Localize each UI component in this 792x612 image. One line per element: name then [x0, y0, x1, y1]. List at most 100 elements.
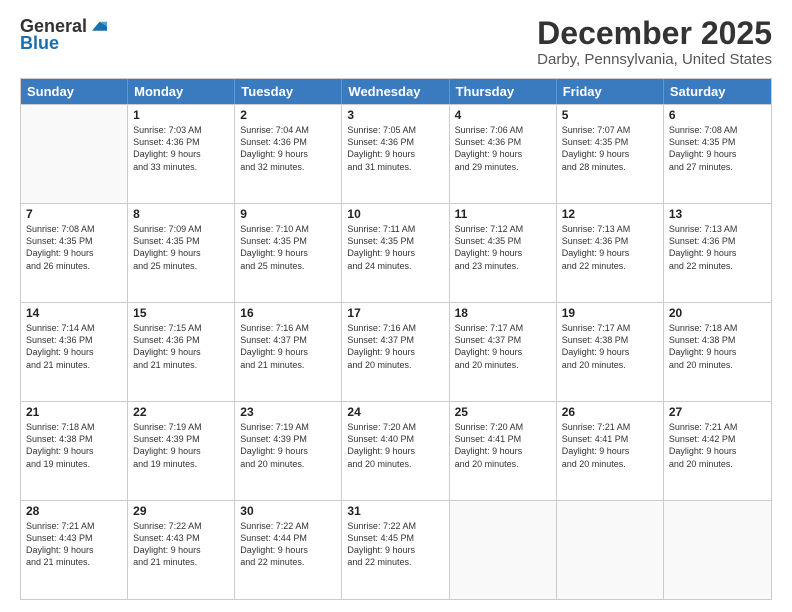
- sunrise-text: Sunrise: 7:11 AM: [347, 223, 443, 235]
- daylight-text2: and 33 minutes.: [133, 161, 229, 173]
- daylight-text: Daylight: 9 hours: [455, 445, 551, 457]
- day-number: 7: [26, 207, 122, 221]
- sunrise-text: Sunrise: 7:09 AM: [133, 223, 229, 235]
- day-number: 24: [347, 405, 443, 419]
- calendar-cell-0-3: 3Sunrise: 7:05 AMSunset: 4:36 PMDaylight…: [342, 105, 449, 203]
- daylight-text2: and 28 minutes.: [562, 161, 658, 173]
- daylight-text2: and 20 minutes.: [669, 359, 766, 371]
- daylight-text2: and 21 minutes.: [133, 359, 229, 371]
- sunrise-text: Sunrise: 7:05 AM: [347, 124, 443, 136]
- calendar-cell-0-1: 1Sunrise: 7:03 AMSunset: 4:36 PMDaylight…: [128, 105, 235, 203]
- calendar-row-0: 1Sunrise: 7:03 AMSunset: 4:36 PMDaylight…: [21, 104, 771, 203]
- sunrise-text: Sunrise: 7:20 AM: [455, 421, 551, 433]
- header-thursday: Thursday: [450, 79, 557, 104]
- daylight-text: Daylight: 9 hours: [26, 445, 122, 457]
- daylight-text: Daylight: 9 hours: [347, 544, 443, 556]
- daylight-text: Daylight: 9 hours: [455, 148, 551, 160]
- daylight-text2: and 19 minutes.: [26, 458, 122, 470]
- sunset-text: Sunset: 4:44 PM: [240, 532, 336, 544]
- sunrise-text: Sunrise: 7:13 AM: [562, 223, 658, 235]
- day-number: 21: [26, 405, 122, 419]
- sunset-text: Sunset: 4:36 PM: [455, 136, 551, 148]
- daylight-text: Daylight: 9 hours: [347, 445, 443, 457]
- daylight-text2: and 20 minutes.: [347, 359, 443, 371]
- header-right: December 2025 Darby, Pennsylvania, Unite…: [537, 16, 772, 68]
- calendar-cell-4-2: 30Sunrise: 7:22 AMSunset: 4:44 PMDayligh…: [235, 501, 342, 599]
- sunrise-text: Sunrise: 7:19 AM: [133, 421, 229, 433]
- calendar-body: 1Sunrise: 7:03 AMSunset: 4:36 PMDaylight…: [21, 104, 771, 599]
- calendar-cell-2-3: 17Sunrise: 7:16 AMSunset: 4:37 PMDayligh…: [342, 303, 449, 401]
- daylight-text: Daylight: 9 hours: [133, 247, 229, 259]
- daylight-text2: and 21 minutes.: [133, 556, 229, 568]
- sunrise-text: Sunrise: 7:03 AM: [133, 124, 229, 136]
- daylight-text: Daylight: 9 hours: [347, 148, 443, 160]
- daylight-text: Daylight: 9 hours: [562, 247, 658, 259]
- calendar-cell-4-5: [557, 501, 664, 599]
- header-friday: Friday: [557, 79, 664, 104]
- sunset-text: Sunset: 4:43 PM: [26, 532, 122, 544]
- sunrise-text: Sunrise: 7:21 AM: [26, 520, 122, 532]
- daylight-text2: and 22 minutes.: [562, 260, 658, 272]
- sunset-text: Sunset: 4:41 PM: [562, 433, 658, 445]
- day-number: 11: [455, 207, 551, 221]
- calendar-cell-1-5: 12Sunrise: 7:13 AMSunset: 4:36 PMDayligh…: [557, 204, 664, 302]
- sunrise-text: Sunrise: 7:17 AM: [562, 322, 658, 334]
- calendar-cell-4-3: 31Sunrise: 7:22 AMSunset: 4:45 PMDayligh…: [342, 501, 449, 599]
- calendar-cell-2-2: 16Sunrise: 7:16 AMSunset: 4:37 PMDayligh…: [235, 303, 342, 401]
- sunset-text: Sunset: 4:38 PM: [669, 334, 766, 346]
- sunset-text: Sunset: 4:37 PM: [240, 334, 336, 346]
- day-number: 12: [562, 207, 658, 221]
- day-number: 15: [133, 306, 229, 320]
- daylight-text2: and 20 minutes.: [455, 458, 551, 470]
- daylight-text2: and 22 minutes.: [240, 556, 336, 568]
- sunset-text: Sunset: 4:36 PM: [133, 136, 229, 148]
- daylight-text: Daylight: 9 hours: [26, 247, 122, 259]
- sunrise-text: Sunrise: 7:22 AM: [347, 520, 443, 532]
- sunrise-text: Sunrise: 7:06 AM: [455, 124, 551, 136]
- header-tuesday: Tuesday: [235, 79, 342, 104]
- calendar-row-3: 21Sunrise: 7:18 AMSunset: 4:38 PMDayligh…: [21, 401, 771, 500]
- sunset-text: Sunset: 4:39 PM: [240, 433, 336, 445]
- daylight-text2: and 21 minutes.: [240, 359, 336, 371]
- sunset-text: Sunset: 4:36 PM: [133, 334, 229, 346]
- logo: General Blue: [20, 16, 107, 54]
- day-number: 25: [455, 405, 551, 419]
- daylight-text2: and 19 minutes.: [133, 458, 229, 470]
- sunrise-text: Sunrise: 7:14 AM: [26, 322, 122, 334]
- daylight-text2: and 24 minutes.: [347, 260, 443, 272]
- sunrise-text: Sunrise: 7:04 AM: [240, 124, 336, 136]
- calendar-row-1: 7Sunrise: 7:08 AMSunset: 4:35 PMDaylight…: [21, 203, 771, 302]
- calendar-cell-0-4: 4Sunrise: 7:06 AMSunset: 4:36 PMDaylight…: [450, 105, 557, 203]
- sunrise-text: Sunrise: 7:17 AM: [455, 322, 551, 334]
- daylight-text: Daylight: 9 hours: [562, 346, 658, 358]
- daylight-text2: and 20 minutes.: [240, 458, 336, 470]
- daylight-text2: and 20 minutes.: [669, 458, 766, 470]
- calendar-cell-4-4: [450, 501, 557, 599]
- daylight-text2: and 29 minutes.: [455, 161, 551, 173]
- day-number: 23: [240, 405, 336, 419]
- daylight-text: Daylight: 9 hours: [669, 346, 766, 358]
- daylight-text2: and 26 minutes.: [26, 260, 122, 272]
- sunrise-text: Sunrise: 7:18 AM: [669, 322, 766, 334]
- header-sunday: Sunday: [21, 79, 128, 104]
- sunset-text: Sunset: 4:39 PM: [133, 433, 229, 445]
- sunset-text: Sunset: 4:35 PM: [133, 235, 229, 247]
- calendar-row-4: 28Sunrise: 7:21 AMSunset: 4:43 PMDayligh…: [21, 500, 771, 599]
- daylight-text2: and 31 minutes.: [347, 161, 443, 173]
- calendar-cell-1-1: 8Sunrise: 7:09 AMSunset: 4:35 PMDaylight…: [128, 204, 235, 302]
- header-monday: Monday: [128, 79, 235, 104]
- calendar-cell-3-2: 23Sunrise: 7:19 AMSunset: 4:39 PMDayligh…: [235, 402, 342, 500]
- daylight-text2: and 22 minutes.: [347, 556, 443, 568]
- day-number: 31: [347, 504, 443, 518]
- day-number: 22: [133, 405, 229, 419]
- sunset-text: Sunset: 4:36 PM: [347, 136, 443, 148]
- calendar-cell-0-0: [21, 105, 128, 203]
- location: Darby, Pennsylvania, United States: [537, 51, 772, 68]
- calendar-cell-1-6: 13Sunrise: 7:13 AMSunset: 4:36 PMDayligh…: [664, 204, 771, 302]
- day-number: 6: [669, 108, 766, 122]
- sunrise-text: Sunrise: 7:22 AM: [133, 520, 229, 532]
- daylight-text2: and 20 minutes.: [455, 359, 551, 371]
- calendar-cell-0-5: 5Sunrise: 7:07 AMSunset: 4:35 PMDaylight…: [557, 105, 664, 203]
- sunset-text: Sunset: 4:43 PM: [133, 532, 229, 544]
- day-number: 18: [455, 306, 551, 320]
